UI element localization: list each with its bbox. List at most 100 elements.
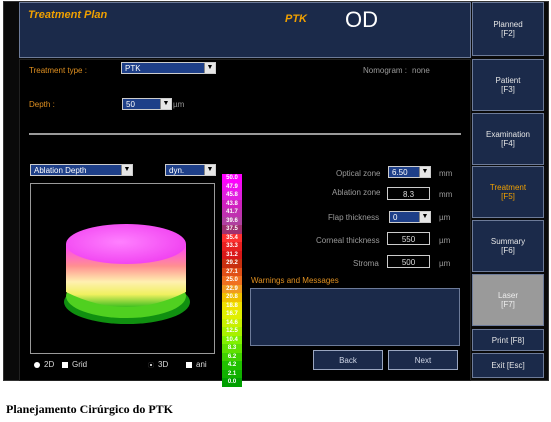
scale-mode-select[interactable]: dyn. ▼ [165,164,216,176]
scale-step: 37.5 [222,225,242,234]
sidebar-item-patient[interactable]: Patient [F3] [472,59,544,111]
scale-step: 4.2 [222,361,242,370]
radio-2d-label: 2D [44,360,55,369]
scale-step: 39.6 [222,216,242,225]
sidebar-item-label: Examination [485,130,531,139]
sidebar-item-label: Laser [497,291,518,300]
corneal-thickness-field[interactable]: 550 [387,232,430,245]
chevron-down-icon: ▼ [419,212,430,222]
sidebar-item-label: Summary [490,237,526,246]
ani-label: ani [196,360,207,369]
scale-step: 27.1 [222,267,242,276]
scale-step: 22.9 [222,284,242,293]
ablation-zone-unit: mm [439,190,453,199]
scale-step: 8.3 [222,344,242,353]
grid-label: Grid [72,360,88,369]
scale-step: 14.6 [222,318,242,327]
ablation-profile-image [64,224,190,324]
optical-zone-value: 6.50 [392,168,408,177]
chevron-down-icon: ▼ [204,165,215,175]
sidebar-item-shortcut: [F3] [501,85,515,94]
ablation-3d-plot[interactable] [30,183,215,354]
sidebar-item-examination[interactable]: Examination [F4] [472,113,544,165]
nomogram-value: none [412,66,430,75]
radio-3d-label: 3D [158,360,169,369]
print-button[interactable]: Print [F8] [472,329,544,351]
radio-3d[interactable] [148,362,154,368]
scale-step: 16.7 [222,310,242,319]
scale-step: 25.0 [222,276,242,285]
chevron-down-icon: ▼ [204,63,215,73]
sidebar-item-shortcut: [F4] [501,139,515,148]
exit-button-label: Exit [Esc] [491,361,525,370]
scale-step: 12.5 [222,327,242,336]
depth-label: Depth : [29,100,55,109]
scale-step: 10.4 [222,335,242,344]
sidebar-item-summary[interactable]: Summary [F6] [472,220,544,272]
optical-zone-unit: mm [439,169,453,178]
scale-step: 29.2 [222,259,242,268]
treatment-type-select[interactable]: PTK ▼ [121,62,216,74]
stroma-label: Stroma [353,259,379,268]
page-title: Treatment Plan [28,9,108,21]
figure-caption: Planejamento Cirúrgico do PTK [6,402,173,416]
corneal-thickness-label: Corneal thickness [316,236,380,245]
sidebar-item-shortcut: [F7] [501,300,515,309]
sidebar-item-treatment[interactable]: Treatment [F5] [472,166,544,218]
treatment-type-value: PTK [125,64,141,73]
flap-thickness-value: 0 [393,213,398,222]
sidebar-item-shortcut: [F5] [501,192,515,201]
header-bar: Treatment Plan PTK OD [19,2,471,58]
warnings-messages-box [250,288,460,346]
depth-value: 50 [126,100,135,109]
map-view-value: Ablation Depth [34,166,87,175]
flap-thickness-label: Flap thickness [328,213,380,222]
section-divider [29,133,461,135]
scale-step: 20.8 [222,293,242,302]
optical-zone-label: Optical zone [336,169,381,178]
scale-step: 43.8 [222,199,242,208]
scale-step: 50.0 [222,174,242,183]
sidebar-item-label: Planned [493,20,523,29]
grid-checkbox[interactable] [62,362,68,368]
chevron-down-icon: ▼ [121,165,132,175]
ablation-zone-field[interactable]: 8.3 [387,187,430,200]
scale-step: 41.7 [222,208,242,217]
next-button[interactable]: Next [388,350,458,370]
depth-select[interactable]: 50 ▼ [122,98,172,110]
scale-step: 33.3 [222,242,242,251]
optical-zone-select[interactable]: 6.50 ▼ [388,166,431,178]
scale-step: 35.4 [222,233,242,242]
radio-2d[interactable] [34,362,40,368]
scale-step: 2.1 [222,369,242,378]
eye-indicator: OD [345,7,378,32]
treatment-type-label: Treatment type : [29,66,87,75]
color-scale-legend: 50.0 47.9 45.8 43.8 41.7 39.6 37.5 35.4 … [222,174,242,387]
back-button[interactable]: Back [313,350,383,370]
scale-step: 0.0 [222,378,242,387]
stroma-unit: µm [439,259,451,268]
warnings-title: Warnings and Messages [251,276,339,285]
sidebar-item-label: Treatment [489,183,527,192]
chevron-down-icon: ▼ [419,167,430,177]
sidebar-item-planned[interactable]: Planned [F2] [472,2,544,56]
stroma-field[interactable]: 500 [387,255,430,268]
scale-step: 31.2 [222,250,242,259]
scale-step: 18.8 [222,301,242,310]
scale-step: 47.9 [222,182,242,191]
nomogram-label: Nomogram : [363,66,408,75]
scale-step: 6.2 [222,352,242,361]
exit-button[interactable]: Exit [Esc] [472,353,544,378]
sidebar-item-shortcut: [F2] [501,29,515,38]
procedure-label: PTK [285,13,307,25]
corneal-thickness-unit: µm [439,236,451,245]
sidebar-item-label: Patient [495,76,521,85]
ani-checkbox[interactable] [186,362,192,368]
ablation-zone-label: Ablation zone [332,188,381,197]
sidebar-item-shortcut: [F6] [501,246,515,255]
flap-thickness-select[interactable]: 0 ▼ [389,211,431,223]
map-view-select[interactable]: Ablation Depth ▼ [30,164,133,176]
flap-thickness-unit: µm [439,213,451,222]
sidebar-item-laser[interactable]: Laser [F7] [472,274,544,326]
scale-mode-value: dyn. [169,166,185,175]
